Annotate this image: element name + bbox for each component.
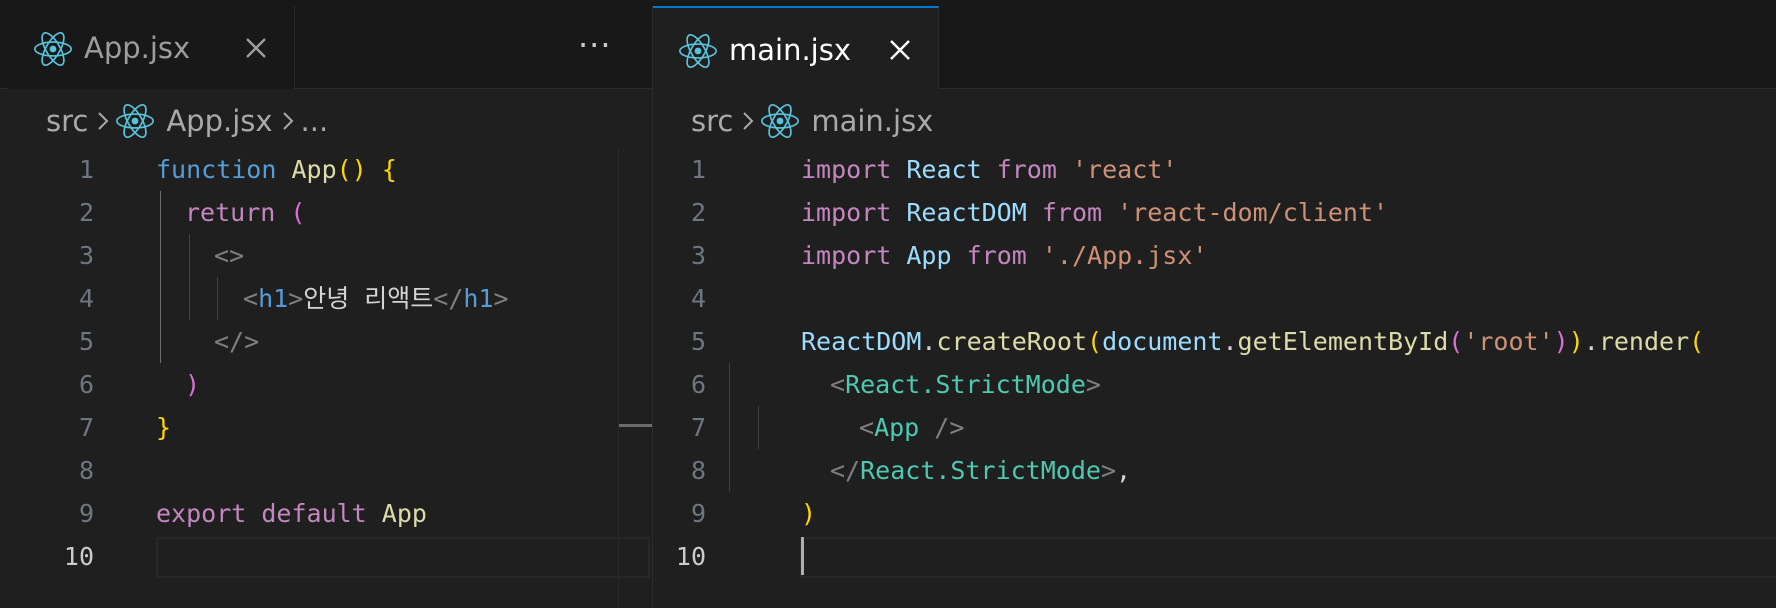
line-number: 2 (690, 198, 706, 227)
breadcrumb-folder[interactable]: src (691, 104, 733, 138)
line-number: 6 (690, 370, 706, 399)
line-number: 3 (690, 241, 706, 270)
tab-title: main.jsx (729, 33, 852, 67)
line-number-active: 10 (675, 542, 706, 571)
code-line: ) (185, 370, 201, 399)
breadcrumb: src App.jsx ... (46, 97, 328, 145)
code-editor-left[interactable]: 1 2 3 4 5 6 7 8 9 10 function App() { re… (0, 148, 652, 608)
line-number: 9 (78, 499, 94, 528)
indent-guide (758, 406, 759, 449)
code-line: import App from './App.jsx' (801, 241, 1208, 270)
indent-guide (729, 363, 730, 492)
code-line: import React from 'react' (801, 155, 1178, 184)
indent-guide (217, 277, 218, 320)
code-line: <> (214, 241, 245, 270)
line-number: 4 (690, 284, 706, 313)
editor-group-left: App.jsx ··· src App.jsx ... 1 2 3 4 5 6 … (0, 6, 652, 608)
breadcrumb-more[interactable]: ... (301, 104, 329, 138)
line-number: 1 (690, 155, 706, 184)
tab-bar-right: main.jsx (653, 6, 1776, 89)
code-editor-right[interactable]: 1 2 3 4 5 6 7 8 9 10 import React from '… (653, 148, 1776, 608)
line-number: 3 (78, 241, 94, 270)
code-line: <h1>안녕 리액트</h1> (243, 284, 509, 313)
chevron-right-icon (281, 110, 295, 132)
react-icon (679, 32, 717, 70)
line-number: 7 (690, 413, 706, 442)
code-line: </React.StrictMode>, (830, 456, 1132, 485)
code-line: ReactDOM.createRoot(document.getElementB… (801, 327, 1705, 356)
line-number: 4 (78, 284, 94, 313)
editor-group-right: main.jsx src main.jsx 1 2 3 4 5 6 7 8 9 … (652, 6, 1776, 608)
line-number: 2 (78, 198, 94, 227)
breadcrumb-file[interactable]: App.jsx (166, 104, 272, 138)
tab-title: App.jsx (84, 31, 191, 65)
code-line: import ReactDOM from 'react-dom/client' (801, 198, 1389, 227)
indent-guide (189, 234, 190, 320)
line-number: 8 (78, 456, 94, 485)
scrollbar-marker[interactable] (619, 424, 652, 427)
line-number-active: 10 (63, 542, 94, 571)
breadcrumb-folder[interactable]: src (46, 104, 88, 138)
close-icon[interactable] (238, 30, 274, 66)
line-number: 5 (78, 327, 94, 356)
code-line: <App /> (859, 413, 965, 442)
current-line-highlight (156, 537, 650, 578)
react-icon (761, 102, 800, 140)
react-icon (116, 102, 155, 140)
line-number: 6 (78, 370, 94, 399)
close-icon[interactable] (882, 32, 918, 68)
breadcrumb-file[interactable]: main.jsx (811, 104, 933, 138)
breadcrumb: src main.jsx (691, 97, 933, 145)
code-line: <React.StrictMode> (830, 370, 1101, 399)
current-line-highlight (800, 537, 1776, 578)
code-line: } (156, 413, 172, 442)
line-number: 9 (690, 499, 706, 528)
more-actions-icon[interactable]: ··· (578, 26, 612, 64)
code-line: </> (214, 327, 260, 356)
react-icon (34, 30, 72, 68)
code-line: export default App (156, 499, 427, 528)
code-line: return ( (185, 198, 306, 227)
tab-app-jsx[interactable]: App.jsx (8, 6, 295, 89)
line-number: 7 (78, 413, 94, 442)
text-cursor (801, 537, 804, 575)
indent-guide (160, 191, 161, 363)
line-number: 5 (690, 327, 706, 356)
line-number: 1 (78, 155, 94, 184)
code-line: function App() { (156, 155, 397, 184)
code-line: ) (801, 499, 817, 528)
tab-bar-left: App.jsx ··· (0, 6, 652, 89)
chevron-right-icon (741, 110, 755, 132)
chevron-right-icon (96, 110, 110, 132)
line-number: 8 (690, 456, 706, 485)
tab-main-jsx[interactable]: main.jsx (653, 6, 939, 89)
